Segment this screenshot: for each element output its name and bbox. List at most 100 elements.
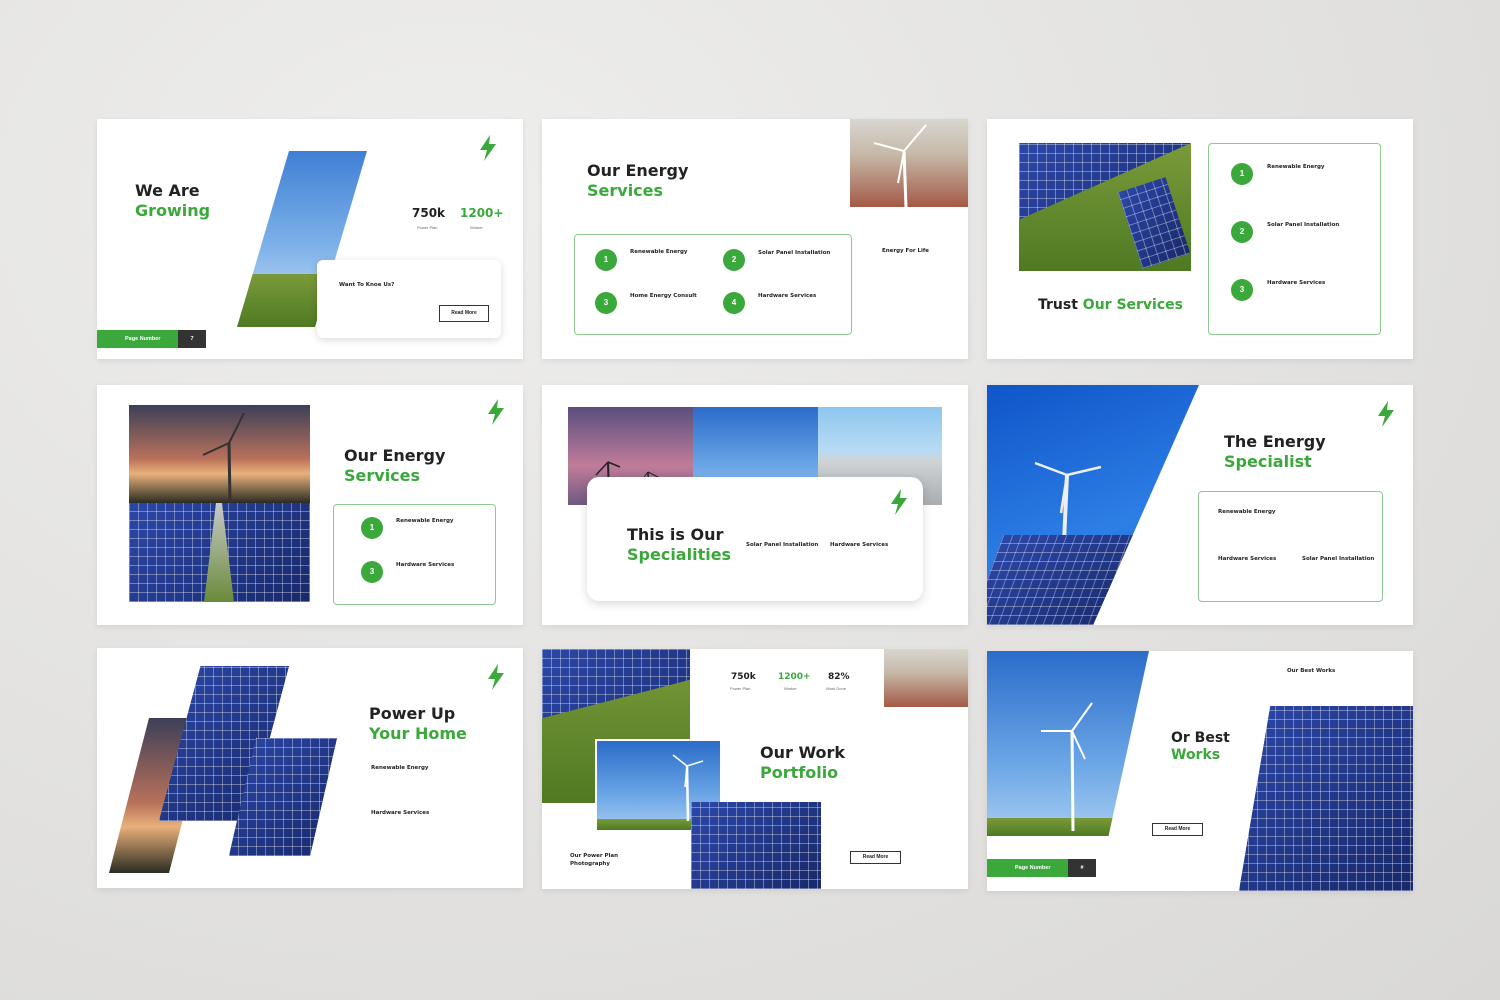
slide-title: Or Best Works: [1171, 730, 1230, 764]
service-label: Hardware Services: [396, 562, 455, 568]
stat-worker-label: Worker: [784, 686, 797, 691]
specialist-label: Renewable Energy: [1218, 509, 1276, 515]
step-circle: 3: [361, 561, 383, 583]
specialities-card: This is Our Specialities Solar Panel Ins…: [587, 477, 923, 601]
read-more-button[interactable]: Read More: [439, 305, 489, 322]
slide-our-energy-services-2: Our Energy Services 1 Renewable Energy 3…: [97, 385, 523, 625]
step-circle: 1: [595, 249, 617, 271]
title-line-1: Our Energy: [344, 446, 446, 465]
title-line-2: Your Home: [369, 724, 467, 743]
read-more-button[interactable]: Read More: [850, 851, 901, 864]
lightning-bolt-icon: [488, 664, 504, 690]
service-label: Renewable Energy: [1267, 164, 1325, 170]
stat-work-done-value: 82%: [828, 672, 850, 682]
slide-title: Our Energy Services: [344, 446, 445, 486]
title-line-1: Power Up: [369, 704, 456, 723]
step-circle: 3: [1231, 279, 1253, 301]
slide-title: The Energy Specialist: [1224, 432, 1326, 472]
title-line-1: This is Our: [627, 525, 724, 544]
slide-our-energy-services: Our Energy Services 1 Renewable Energy 2…: [542, 119, 968, 359]
lightning-bolt-icon: [1378, 401, 1394, 427]
slide-title: Our Energy Services: [587, 161, 688, 201]
slide-best-works: Our Best Works Or Best Works Read More P…: [987, 651, 1413, 891]
title-line-2: Services: [587, 181, 664, 200]
stat-power-plan-value: 750k: [731, 672, 756, 682]
step-circle: 2: [1231, 221, 1253, 243]
slide-energy-specialist: The Energy Specialist Renewable Energy H…: [987, 385, 1413, 625]
title-line-2: Growing: [135, 201, 211, 220]
info-card: Want To Knoe Us? Read More: [317, 260, 501, 338]
side-label: Energy For Life: [882, 248, 930, 254]
specialist-label: Solar Panel Installation: [1302, 556, 1375, 562]
slide-title: This is Our Specialities: [627, 525, 731, 565]
lightning-bolt-icon: [488, 399, 504, 425]
caption-line-2: Photography: [570, 861, 610, 867]
title-line-2: Specialities: [627, 545, 732, 564]
service-label: Renewable Energy: [371, 765, 429, 771]
slide-title: Trust Our Services: [1038, 295, 1183, 315]
wind-turbine-photo: [850, 119, 968, 207]
title-line-1: Or Best: [1171, 730, 1230, 746]
turbine-sky-photo: [987, 651, 1149, 836]
slide-specialities: This is Our Specialities Solar Panel Ins…: [542, 385, 968, 625]
title-line-1: Our Work: [760, 743, 846, 762]
speciality-label: Hardware Services: [830, 542, 889, 548]
step-circle: 1: [361, 517, 383, 539]
service-label: Hardware Services: [758, 293, 817, 299]
title-line-1: We Are: [135, 181, 200, 200]
solar-array-photo: [129, 503, 310, 602]
title-line-1: The Energy: [1224, 432, 1326, 451]
service-label: Hardware Services: [1267, 280, 1326, 286]
specialist-box: [1198, 491, 1383, 602]
wind-farm-photo: [884, 649, 968, 707]
title-line-2: Our Services: [1082, 297, 1183, 313]
service-label: Home Energy Consult: [630, 293, 697, 299]
stat-worker-value: 1200+: [460, 206, 504, 220]
service-label: Solar Panel Installation: [1267, 222, 1340, 228]
slide-title: We Are Growing: [135, 181, 210, 221]
service-label: Hardware Services: [371, 810, 430, 816]
slide-trust-our-services: Trust Our Services 1 Renewable Energy 2 …: [987, 119, 1413, 359]
stat-power-plan-label: Power Plan: [730, 686, 751, 691]
title-line-2: Services: [344, 466, 421, 485]
specialist-label: Hardware Services: [1218, 556, 1277, 562]
lightning-bolt-icon: [891, 489, 907, 515]
slide-title: Power Up Your Home: [369, 704, 467, 744]
solar-array-photo: [1239, 706, 1413, 891]
turbine-panels-photo: [987, 385, 1199, 625]
solar-panels-photo: [1019, 143, 1191, 271]
page-number: #: [1068, 859, 1096, 877]
page-number-bar: Page Number #: [987, 859, 1096, 877]
service-label: Renewable Energy: [630, 249, 688, 255]
mockup-background: { "colors": { "accent": "#3aa83a", "back…: [0, 0, 1500, 1000]
read-more-button[interactable]: Read More: [1152, 823, 1203, 836]
step-circle: 2: [723, 249, 745, 271]
turbine-sunset-photo: [129, 405, 310, 503]
slide-title: Our Work Portfolio: [760, 743, 845, 783]
speciality-label: Solar Panel Installation: [746, 542, 819, 548]
stat-worker-value: 1200+: [778, 672, 811, 682]
page-number: 7: [178, 330, 206, 348]
service-label: Renewable Energy: [396, 518, 454, 524]
stat-power-plan-label: Power Plan: [417, 225, 438, 230]
card-title: Want To Knoe Us?: [339, 282, 395, 288]
page-label: Page Number: [987, 859, 1069, 877]
stat-work-done-label: Work Done: [826, 686, 846, 691]
step-circle: 4: [723, 292, 745, 314]
slide-our-work-portfolio: 750k Power Plan 1200+ Worker 82% Work Do…: [542, 649, 968, 889]
stat-worker-label: Worker: [470, 225, 483, 230]
title-line-1: Our Energy: [587, 161, 689, 180]
slide-we-are-growing: We Are Growing 750k Power Plan 1200+ Wor…: [97, 119, 523, 359]
caption-line-1: Our Power Plan: [570, 853, 619, 859]
title-line-2: Specialist: [1224, 452, 1312, 471]
header-label: Our Best Works: [1287, 668, 1336, 674]
title-line-2: Portfolio: [760, 763, 839, 782]
stat-power-plan-value: 750k: [412, 206, 446, 220]
title-line-2: Works: [1171, 747, 1221, 763]
step-circle: 1: [1231, 163, 1253, 185]
lightning-bolt-icon: [480, 135, 496, 161]
page-label: Page Number: [97, 330, 179, 348]
solar-array-photo: [691, 802, 821, 889]
service-label: Solar Panel Installation: [758, 250, 831, 256]
title-line-1: Trust: [1038, 297, 1078, 313]
